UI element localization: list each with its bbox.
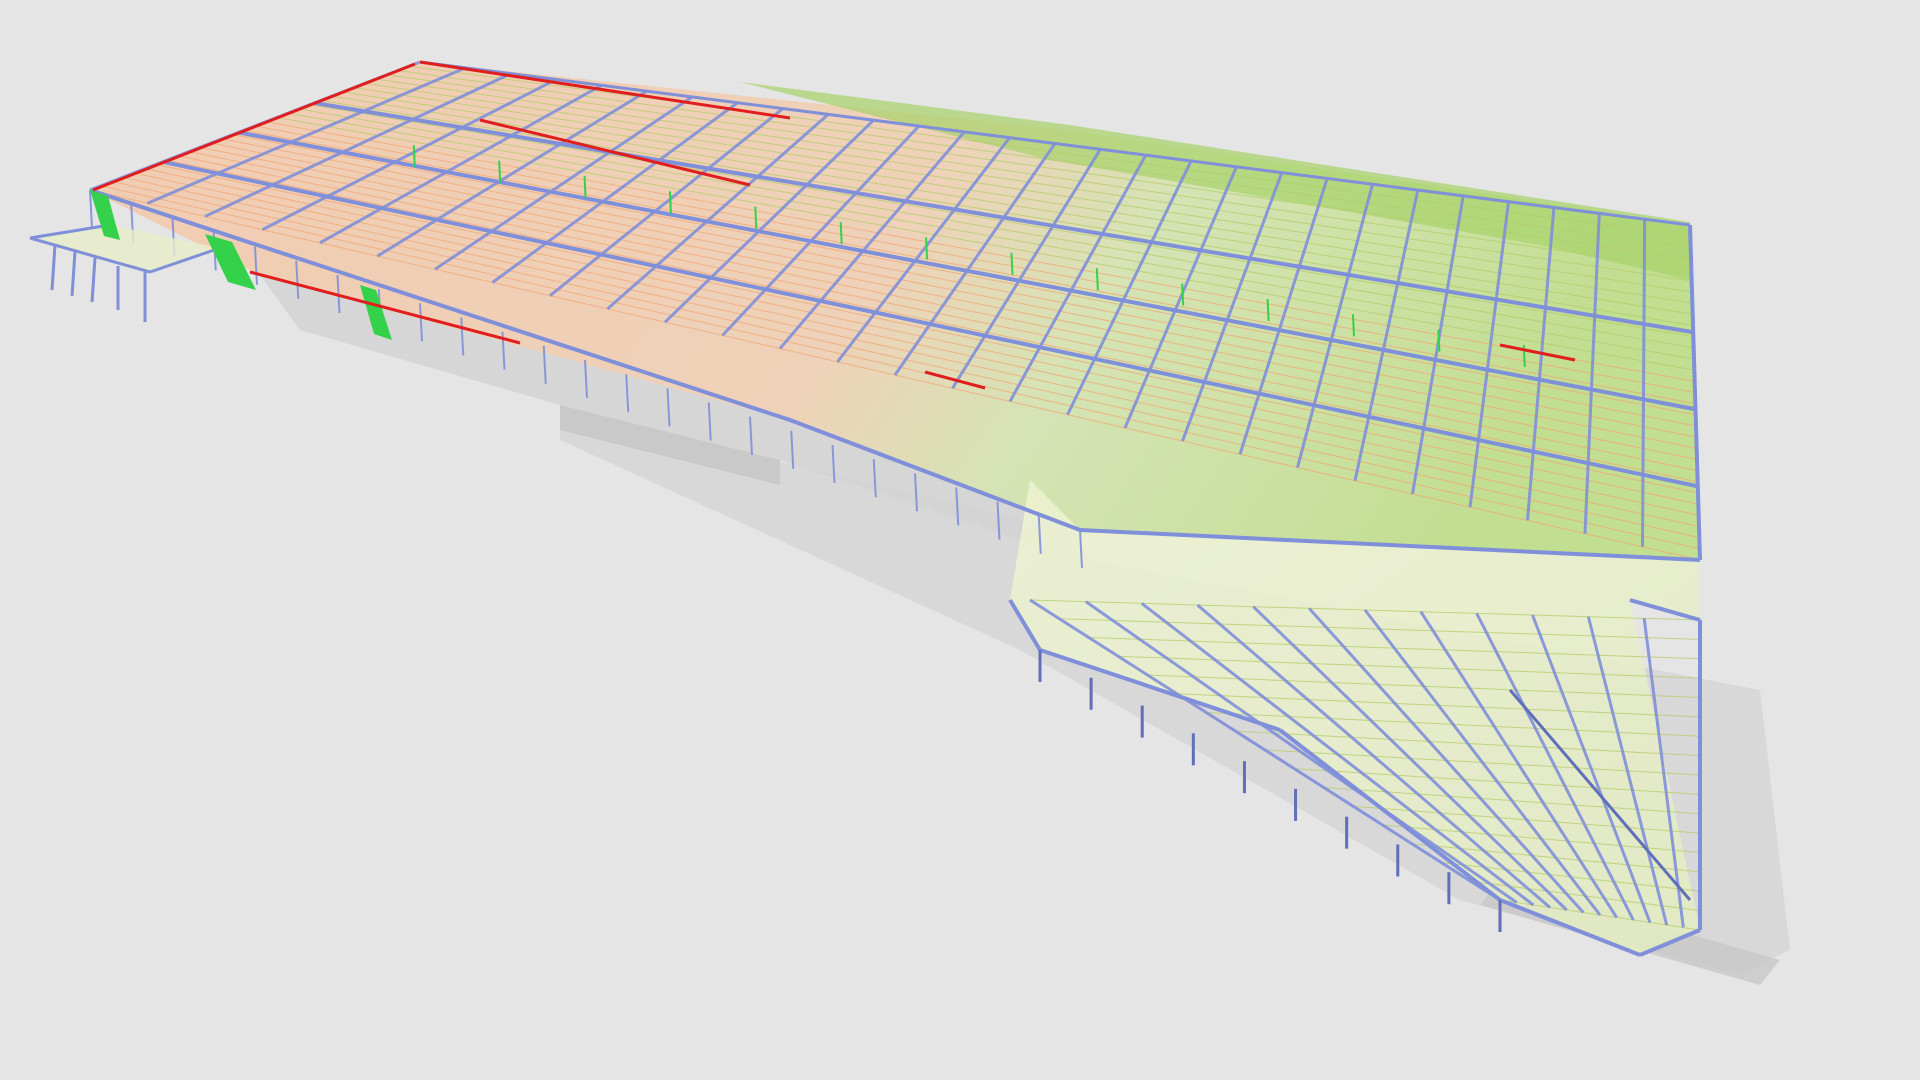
vertical-brace [925,237,929,260]
vertical-brace [1181,283,1185,306]
structural-model-view[interactable] [0,0,1920,1080]
vertical-brace [1095,268,1099,291]
vertical-brace [1351,314,1355,337]
vertical-brace [1010,252,1014,275]
vertical-brace [1437,329,1441,352]
vertical-brace [668,191,672,214]
vertical-brace [412,145,416,168]
facade-column [89,189,93,229]
vertical-brace [754,206,758,229]
vertical-brace [839,222,843,245]
vertical-brace [1266,298,1270,321]
roof-rafter [1641,219,1647,547]
vertical-brace [498,160,502,183]
3d-viewport[interactable] [0,0,1920,1080]
vertical-brace [583,175,587,198]
